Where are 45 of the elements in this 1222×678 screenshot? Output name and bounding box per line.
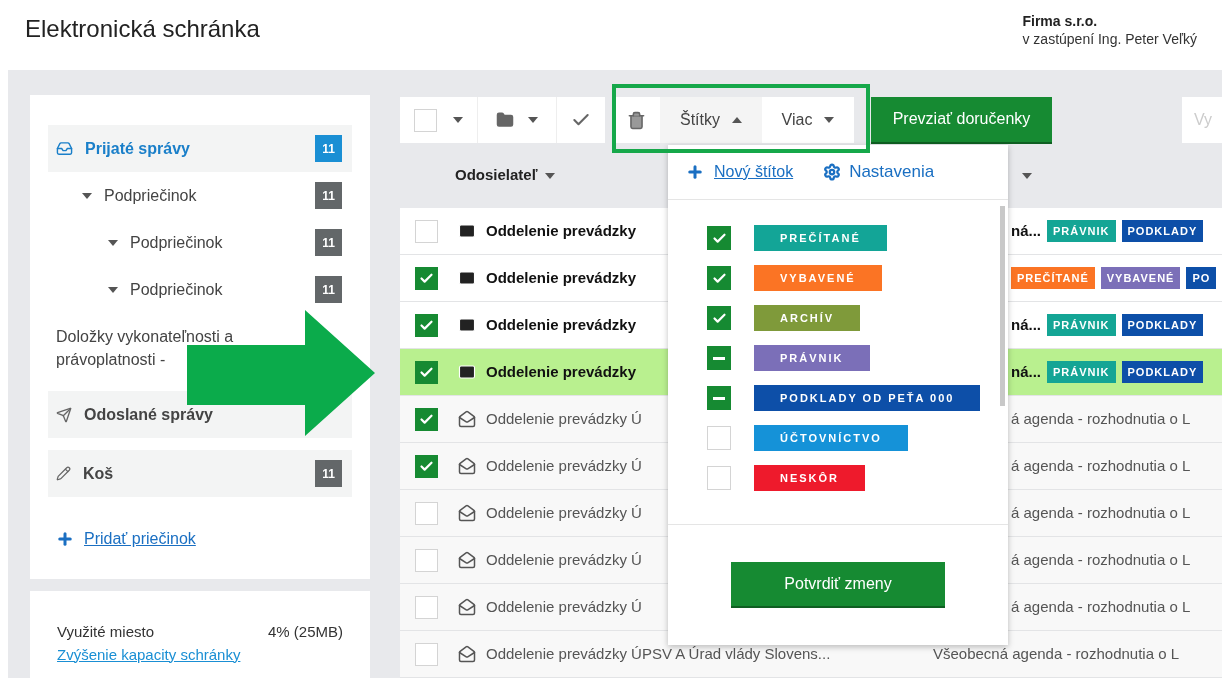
tag: PREČÍTANÉ [1011, 267, 1095, 289]
tag: PRÁVNIK [1047, 220, 1116, 242]
count-badge: 11 [315, 229, 342, 256]
subject-text: ná... [1011, 314, 1041, 335]
sender-text: Oddelenie prevádzky [486, 363, 637, 380]
folder-label: Podpriečinok [130, 280, 223, 300]
folder-label: Odoslané správy [84, 405, 213, 425]
sender-text: Oddelenie prevádzky [486, 222, 637, 239]
storage-value: 4% (25MB) [267, 622, 343, 642]
representative-text: v zastúpení Ing. Peter Veľký [1022, 30, 1197, 48]
folder-label: Koš [83, 464, 114, 484]
count-badge: 11 [315, 182, 342, 209]
subject-text: á agenda - rozhodnutia o L [1011, 408, 1191, 429]
sender-text: Oddelenie prevádzky Ú [486, 598, 642, 615]
tag: PODKLADY [1121, 361, 1204, 383]
folder-label: Doložky vykonateľnosti a právoplatnosti - [56, 327, 235, 370]
subject-text: ná... [1011, 361, 1041, 382]
tag: PO [1186, 267, 1217, 289]
sender-text: Oddelenie prevádzky Ú [486, 504, 642, 521]
tag: VYBAVENÉ [1100, 267, 1181, 289]
subject-text: á agenda - rozhodnutia o L [1011, 596, 1191, 617]
subject-text: á agenda - rozhodnutia o L [1011, 549, 1191, 570]
tag: PODKLADY [1121, 314, 1204, 336]
page-title: Elektronická schránka [25, 14, 260, 44]
tag: PODKLADY [1121, 220, 1204, 242]
folder-label: Podpriečinok [104, 186, 197, 206]
sender-text: Oddelenie prevádzky [486, 316, 637, 333]
sender-text: Oddelenie prevádzky [486, 269, 637, 286]
sender-text: Oddelenie prevádzky Ú [486, 410, 642, 427]
subject-text: á agenda - rozhodnutia o L [1011, 455, 1191, 476]
tag: PRÁVNIK [1047, 314, 1116, 336]
subject-text: á agenda - rozhodnutia o L [1011, 502, 1191, 523]
account-name: Firma s.r.o. [1022, 12, 1099, 30]
count-badge: 11 [315, 276, 342, 303]
sender-text: Oddelenie prevádzky Ú [486, 551, 642, 568]
count-badge: 11 [315, 460, 342, 487]
sender-text: Oddelenie prevádzky Ú [486, 457, 642, 474]
sender-text: Oddelenie prevádzky ÚPSV A Úrad vlády Slovens... [486, 645, 831, 662]
folder-label: Podpriečinok [130, 233, 223, 253]
storage-label: Využité miesto [57, 622, 154, 642]
count-badge: 11 [315, 135, 342, 162]
subject-text: Všeobecná agenda - rozhodnutia o L [933, 643, 1180, 664]
tag: PRÁVNIK [1047, 361, 1116, 383]
folder-label: Prijaté správy [85, 139, 190, 159]
subject-text: ná... [1011, 220, 1041, 241]
